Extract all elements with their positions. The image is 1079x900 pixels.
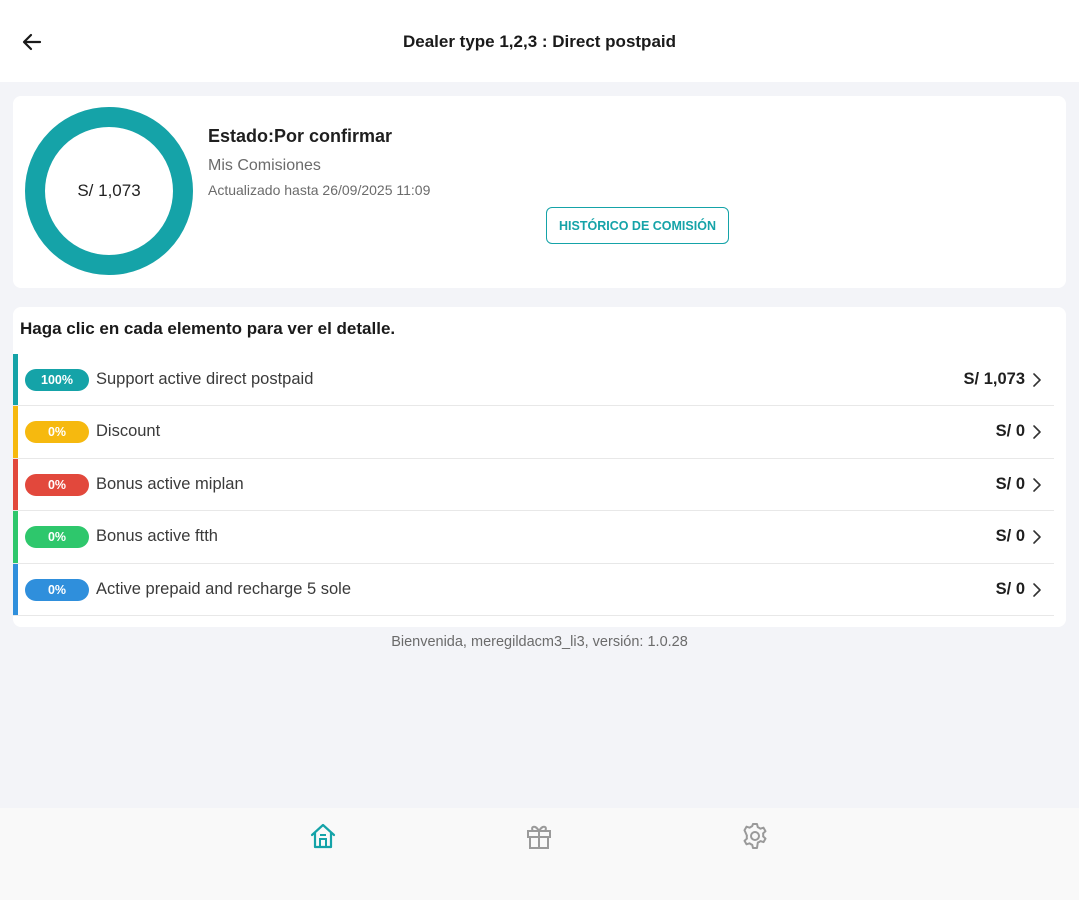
item-amount: S/ 1,073 [963,370,1025,388]
item-amount: S/ 0 [995,579,1025,598]
home-icon [310,823,336,849]
nav-home-button[interactable] [305,818,341,854]
item-label: Bonus active ftth [96,527,218,546]
app-bar: Dealer type 1,2,3 : Direct postpaid [0,0,1079,82]
nav-settings-button[interactable] [737,818,773,854]
item-label: Bonus active miplan [96,474,244,493]
list-item[interactable]: 100% Support active direct postpaid S/ 1… [13,354,1054,407]
total-commission-amount: S/ 1,073 [77,181,141,200]
percent-badge: 0% [25,473,89,496]
list-item[interactable]: 0% Bonus active miplan S/ 0 [13,458,1054,512]
welcome-version-text: Bienvenida, meregildacm3_li3, versión: 1… [391,634,688,650]
gift-icon [527,825,551,849]
row-color-bar [13,458,18,511]
page-title: Dealer type 1,2,3 : Direct postpaid [402,32,677,51]
percent-badge: 0% [25,578,89,601]
commission-detail-card: Haga clic en cada elemento para ver el d… [13,307,1066,627]
bottom-navigation [0,808,1079,900]
list-item[interactable]: 0% Bonus active ftth S/ 0 [13,511,1054,564]
chevron-right-icon [1033,373,1041,387]
status-label: Estado:Por confirmar [208,126,393,146]
row-color-bar [13,563,18,615]
chevron-right-icon [1033,477,1041,492]
commission-subtitle: Mis Comisiones [208,157,321,174]
chevron-right-icon [1033,425,1041,440]
nav-rewards-button[interactable] [521,818,557,854]
item-label: Active prepaid and recharge 5 sole [96,579,351,598]
chevron-right-icon [1033,530,1041,544]
item-amount: S/ 0 [995,527,1025,546]
detail-heading: Haga clic en cada elemento para ver el d… [20,319,396,338]
last-updated-text: Actualizado hasta 26/09/2025 11:09 [208,182,431,198]
commission-list: 100% Support active direct postpaid S/ 1… [13,354,1054,616]
item-label: Support active direct postpaid [96,370,314,388]
list-item[interactable]: 0% Active prepaid and recharge 5 sole S/… [13,563,1054,616]
percent-badge: 0% [25,421,89,444]
percent-badge: 100% [25,369,89,391]
commission-summary-card: S/ 1,073 Estado:Por confirmar Mis Comisi… [13,96,1066,288]
commission-history-button[interactable]: HISTÓRICO DE COMISIÓN [546,207,729,244]
item-amount: S/ 0 [995,422,1025,441]
gear-icon [743,823,767,849]
percent-badge: 0% [25,526,89,549]
list-item[interactable]: 0% Discount S/ 0 [13,406,1054,459]
row-color-bar [13,511,18,563]
row-color-bar [13,406,18,458]
item-label: Discount [96,422,161,441]
chevron-right-icon [1033,582,1041,597]
row-color-bar [13,354,18,406]
item-amount: S/ 0 [995,474,1025,493]
